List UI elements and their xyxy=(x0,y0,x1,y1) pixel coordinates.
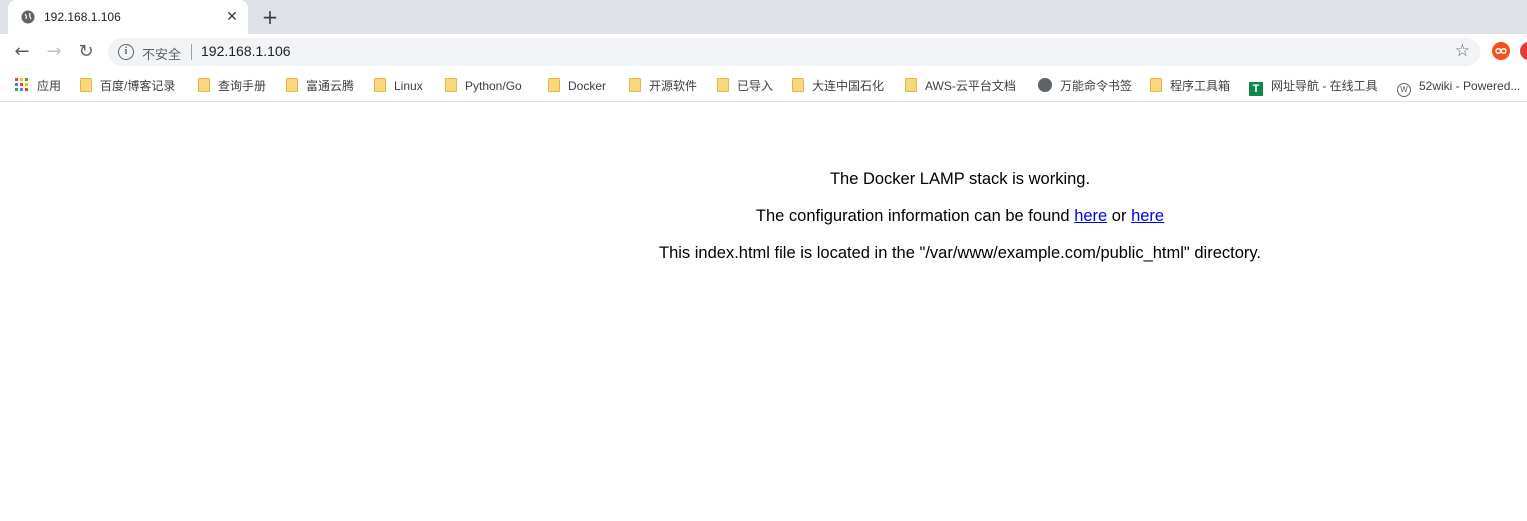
bookmark-folder[interactable]: Linux xyxy=(374,77,423,95)
bookmark-label: 程序工具箱 xyxy=(1170,79,1231,93)
bookmark-link[interactable]: W 52wiki - Powered... xyxy=(1397,77,1521,97)
bookmark-label: Linux xyxy=(394,79,423,93)
bookmark-folder[interactable]: 大连中国石化 xyxy=(792,77,884,95)
globe-icon xyxy=(21,10,35,24)
bookmark-folder[interactable]: 已导入 xyxy=(717,77,773,95)
config-line: The configuration information can be fou… xyxy=(393,207,1527,226)
tab-strip: 192.168.1.106 ✕ + xyxy=(0,0,1527,34)
folder-icon xyxy=(286,78,298,92)
bookmark-folder[interactable]: Docker xyxy=(548,77,606,95)
extension-infinity-icon[interactable] xyxy=(1492,42,1510,60)
bookmark-folder[interactable]: 查询手册 xyxy=(198,77,266,95)
security-label[interactable]: 不安全 xyxy=(142,44,181,63)
bookmark-label: AWS-云平台文档 xyxy=(925,79,1016,93)
bookmark-label: 52wiki - Powered... xyxy=(1419,79,1521,93)
wiki-site-icon: W xyxy=(1397,83,1411,97)
bookmark-folder[interactable]: 富通云腾 xyxy=(286,77,354,95)
bookmark-apps[interactable]: 应用 xyxy=(15,77,61,95)
folder-icon xyxy=(629,78,641,92)
bookmark-folder[interactable]: Python/Go xyxy=(445,77,522,95)
extension-icon[interactable] xyxy=(1520,42,1527,60)
bookmark-link[interactable]: T 网址导航 - 在线工具 xyxy=(1249,77,1378,96)
bookmark-label: 查询手册 xyxy=(218,79,267,93)
location-line: This index.html file is located in the "… xyxy=(659,244,1261,262)
bookmark-folder[interactable]: 开源软件 xyxy=(629,77,697,95)
bookmark-label: Python/Go xyxy=(465,79,522,93)
folder-icon xyxy=(198,78,210,92)
address-bar[interactable]: i 不安全 192.168.1.106 ☆ xyxy=(108,38,1480,66)
omnibox-separator xyxy=(191,44,192,60)
folder-icon xyxy=(1150,78,1162,92)
bookmark-label: 应用 xyxy=(37,79,62,93)
new-tab-button[interactable]: + xyxy=(259,6,281,28)
close-tab-icon[interactable]: ✕ xyxy=(223,8,241,26)
folder-icon xyxy=(905,78,917,92)
bookmark-label: 百度/博客记录 xyxy=(100,79,176,93)
bookmark-label: 已导入 xyxy=(737,79,774,93)
config-link-1[interactable]: here xyxy=(1074,207,1107,225)
browser-toolbar: ← → ↻ i 不安全 192.168.1.106 ☆ xyxy=(0,34,1527,70)
back-button[interactable]: ← xyxy=(11,41,33,63)
bookmark-link[interactable]: 万能命令书签 xyxy=(1038,77,1132,95)
bookmarks-bar: 应用 百度/博客记录 查询手册 富通云腾 Linux Python/Go Doc… xyxy=(0,70,1527,102)
bookmark-folder[interactable]: AWS-云平台文档 xyxy=(905,77,1016,95)
bookmark-label: 网址导航 - 在线工具 xyxy=(1271,79,1378,93)
bookmark-label: Docker xyxy=(568,79,607,93)
bookmark-label: 大连中国石化 xyxy=(812,79,885,93)
forward-button[interactable]: → xyxy=(43,41,65,63)
config-link-2[interactable]: here xyxy=(1131,207,1164,225)
tab-title: 192.168.1.106 xyxy=(44,10,121,24)
bookmark-folder[interactable]: 程序工具箱 xyxy=(1150,77,1230,95)
folder-icon xyxy=(792,78,804,92)
folder-icon xyxy=(445,78,457,92)
reload-button[interactable]: ↻ xyxy=(75,41,97,63)
config-text: The configuration information can be fou… xyxy=(755,207,1075,225)
apps-grid-icon xyxy=(15,78,28,91)
bookmark-label: 万能命令书签 xyxy=(1060,79,1133,93)
folder-icon xyxy=(374,78,386,92)
browser-tab-active[interactable]: 192.168.1.106 ✕ xyxy=(8,0,248,34)
bookmark-label: 富通云腾 xyxy=(306,79,355,93)
bookmark-folder[interactable]: 百度/博客记录 xyxy=(80,77,175,95)
folder-icon xyxy=(80,78,92,92)
url-text[interactable]: 192.168.1.106 xyxy=(201,43,291,59)
folder-icon xyxy=(548,78,560,92)
folder-icon xyxy=(717,78,729,92)
config-or-text: or xyxy=(1107,207,1132,225)
bookmark-star-icon[interactable]: ☆ xyxy=(1455,41,1470,61)
globe-icon xyxy=(1038,78,1052,92)
info-icon[interactable]: i xyxy=(118,44,134,60)
status-line: The Docker LAMP stack is working. xyxy=(829,170,1091,188)
bookmark-label: 开源软件 xyxy=(649,79,698,93)
t-site-icon: T xyxy=(1249,82,1263,96)
